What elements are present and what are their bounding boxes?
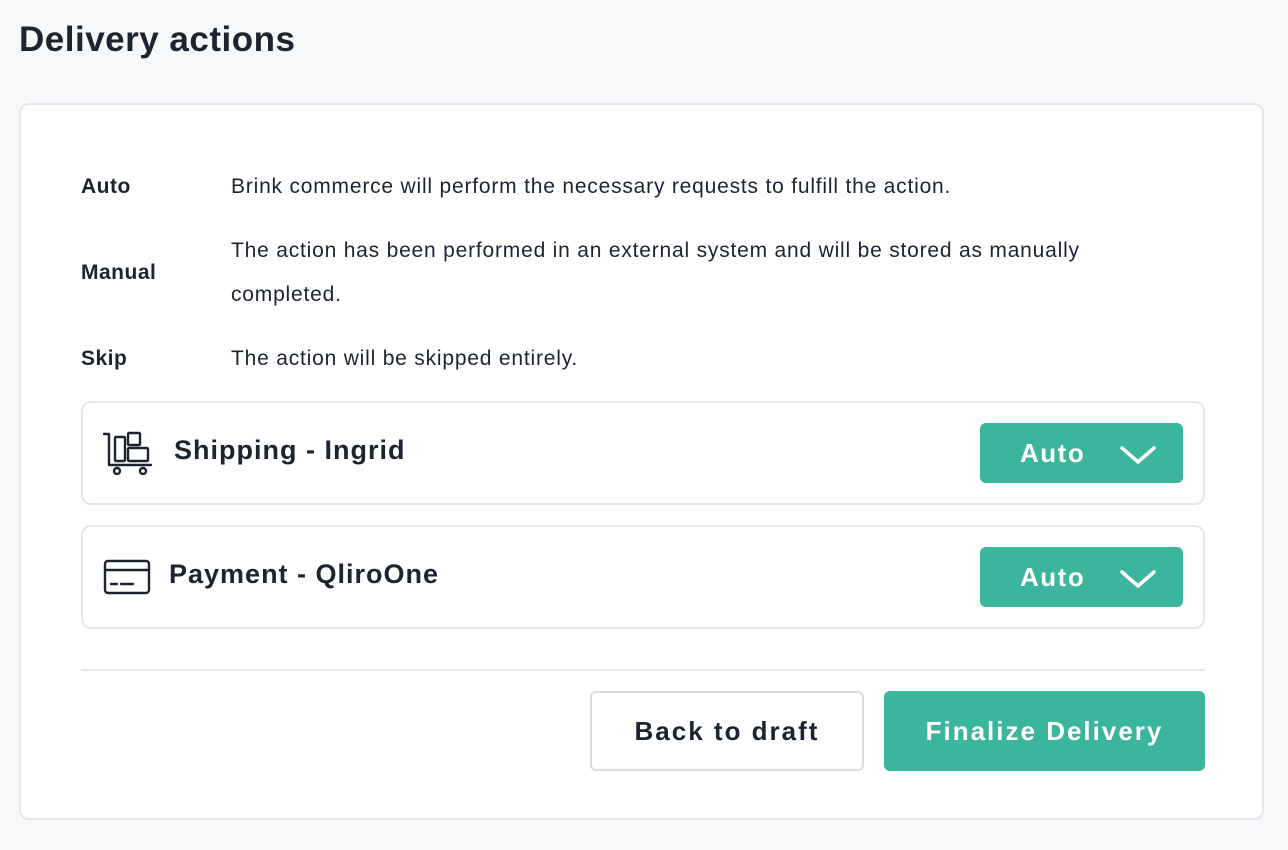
back-to-draft-button[interactable]: Back to draft: [590, 691, 864, 771]
action-label: Payment - QliroOne: [169, 559, 440, 589]
finalize-delivery-button[interactable]: Finalize Delivery: [884, 691, 1205, 771]
payment-mode-select[interactable]: Auto: [980, 547, 1183, 607]
credit-card-icon: [103, 555, 155, 599]
legend-row-skip: Skip The action will be skipped entirely…: [81, 337, 1181, 381]
shipping-cart-icon: [102, 431, 155, 476]
action-card-shipping: Shipping - Ingrid Auto: [81, 401, 1205, 505]
legend-description: The action will be skipped entirely.: [231, 347, 579, 370]
legend-description: The action has been performed in an exte…: [231, 239, 1080, 306]
legend-term: Auto: [81, 175, 131, 198]
legend-row-manual: Manual The action has been performed in …: [81, 229, 1181, 317]
divider: [81, 669, 1205, 671]
legend-term: Skip: [81, 347, 128, 370]
action-label: Shipping - Ingrid: [174, 435, 406, 465]
delivery-actions-panel: Auto Brink commerce will perform the nec…: [19, 103, 1264, 820]
page-title: Delivery actions: [19, 20, 296, 59]
legend-row-auto: Auto Brink commerce will perform the nec…: [81, 165, 1181, 209]
chevron-down-icon: [1119, 568, 1157, 590]
legend-description: Brink commerce will perform the necessar…: [231, 175, 952, 198]
legend-term: Manual: [81, 261, 157, 284]
mode-select-value: Auto: [1020, 562, 1086, 592]
chevron-down-icon: [1119, 444, 1157, 466]
action-card-payment: Payment - QliroOne Auto: [81, 525, 1205, 629]
mode-select-value: Auto: [1020, 438, 1086, 468]
shipping-mode-select[interactable]: Auto: [980, 423, 1183, 483]
